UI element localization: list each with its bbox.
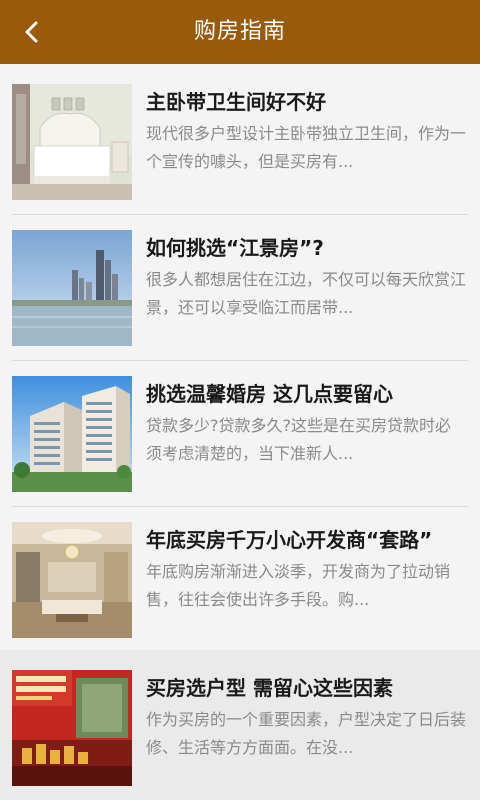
article-item-2[interactable]: 如何挑选“江景房”? 很多人都想居住在江边，不仅可以每天欣赏江景，还可以享受临江… bbox=[0, 210, 480, 356]
article-thumbnail bbox=[12, 84, 132, 200]
article-summary: 作为买房的一个重要因素，户型决定了日后装修、生活等方方面面。在没... bbox=[146, 710, 466, 757]
app: 购房指南 主卧带卫生间好不好 现代很多户型设计主卧带独立卫生间，作为一个宣传的噱… bbox=[0, 0, 480, 800]
bedroom-image bbox=[12, 84, 132, 200]
page-title: 购房指南 bbox=[193, 19, 286, 44]
article-title: 挑选温馨婚房 这几点要留心 bbox=[146, 382, 393, 406]
article-thumbnail bbox=[12, 376, 132, 492]
top-bar: 购房指南 bbox=[0, 0, 480, 64]
article-item-5[interactable]: 买房选户型 需留心这些因素 作为买房的一个重要因素，户型决定了日后装修、生活等方… bbox=[0, 650, 480, 800]
article-item-1[interactable]: 主卧带卫生间好不好 现代很多户型设计主卧带独立卫生间，作为一个宣传的噱头，但是买… bbox=[0, 64, 480, 210]
article-title: 买房选户型 需留心这些因素 bbox=[146, 676, 393, 700]
article-title: 主卧带卫生间好不好 bbox=[146, 90, 326, 114]
article-summary: 现代很多户型设计主卧带独立卫生间，作为一个宣传的噱头，但是买房有... bbox=[146, 124, 466, 171]
living-room-image bbox=[12, 522, 132, 638]
article-title: 如何挑选“江景房”? bbox=[146, 236, 324, 260]
article-list: 主卧带卫生间好不好 现代很多户型设计主卧带独立卫生间，作为一个宣传的噱头，但是买… bbox=[0, 64, 480, 800]
article-title: 年底买房千万小心开发商“套路” bbox=[146, 528, 433, 552]
apartment-buildings-image bbox=[12, 376, 132, 492]
riverside-skyline-image bbox=[12, 230, 132, 346]
article-summary: 年底购房渐渐进入淡季，开发商为了拉动销售，往往会使出许多手段。购... bbox=[146, 562, 451, 609]
article-thumbnail bbox=[12, 670, 132, 786]
article-thumbnail bbox=[12, 230, 132, 346]
article-thumbnail bbox=[12, 522, 132, 638]
promo-poster-image bbox=[12, 670, 132, 786]
article-summary: 很多人都想居住在江边，不仅可以每天欣赏江景，还可以享受临江而居带... bbox=[146, 270, 466, 317]
article-item-3[interactable]: 挑选温馨婚房 这几点要留心 贷款多少?贷款多久?这些是在买房贷款时必须考虑清楚的… bbox=[0, 356, 480, 502]
article-item-4[interactable]: 年底买房千万小心开发商“套路” 年底购房渐渐进入淡季，开发商为了拉动销售，往往会… bbox=[0, 502, 480, 648]
article-summary: 贷款多少?贷款多久?这些是在买房贷款时必须考虑清楚的，当下准新人... bbox=[146, 416, 451, 463]
